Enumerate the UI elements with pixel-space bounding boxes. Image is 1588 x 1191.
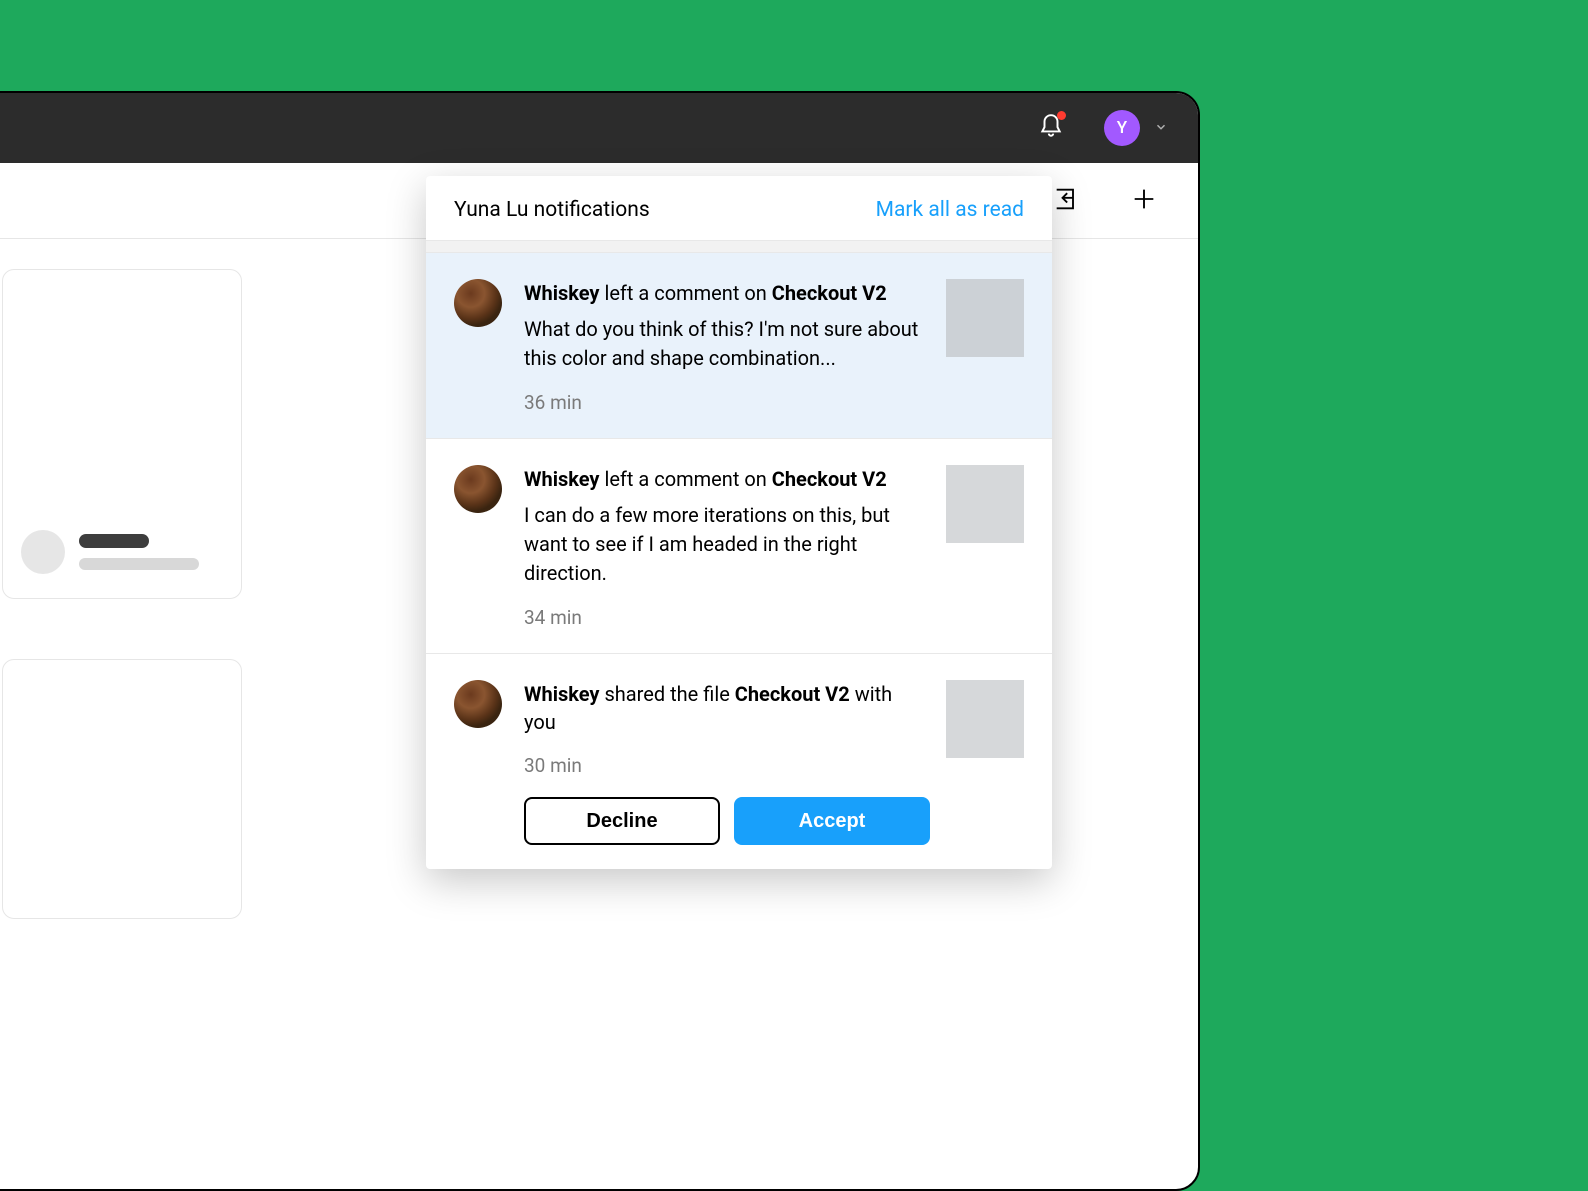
file-card[interactable] [2, 659, 242, 919]
popover-header: Yuna Lu notifications Mark all as read [426, 176, 1052, 241]
notification-thumbnail [946, 279, 1024, 357]
import-icon [1052, 185, 1080, 217]
popover-title: Yuna Lu notifications [454, 198, 650, 222]
account-menu[interactable]: Y [1104, 110, 1168, 146]
import-button[interactable] [1052, 185, 1080, 217]
notification-title: Whiskey shared the file Checkout V2 with… [524, 680, 924, 736]
notification-content: Whiskey shared the file Checkout V2 with… [524, 680, 924, 845]
avatar: Y [1104, 110, 1140, 146]
card-column-2 [2, 269, 242, 919]
avatar-initial: Y [1117, 118, 1127, 138]
placeholder-avatar [21, 530, 65, 574]
notification-thumbnail [946, 680, 1024, 758]
file-card[interactable] [2, 269, 242, 599]
file-card-preview [3, 270, 241, 510]
placeholder-line [79, 558, 199, 570]
titlebar: Y [0, 93, 1198, 163]
notification-body: What do you think of this? I'm not sure … [524, 315, 924, 373]
mark-all-as-read-button[interactable]: Mark all as read [876, 198, 1024, 222]
placeholder-line [79, 534, 149, 548]
notification-time: 34 min [524, 606, 924, 629]
popover-strip [426, 241, 1052, 253]
notification-time: 30 min [524, 754, 924, 777]
notification-time: 36 min [524, 391, 924, 414]
file-card-meta [3, 510, 241, 598]
notification-avatar [454, 465, 502, 513]
notification-avatar [454, 680, 502, 728]
notification-item[interactable]: Whiskey left a comment on Checkout V2 Wh… [426, 253, 1052, 439]
notifications-popover: Yuna Lu notifications Mark all as read W… [426, 176, 1052, 869]
accept-button[interactable]: Accept [734, 797, 930, 845]
decline-button[interactable]: Decline [524, 797, 720, 845]
notification-avatar [454, 279, 502, 327]
notification-body: I can do a few more iterations on this, … [524, 501, 924, 588]
notification-title: Whiskey left a comment on Checkout V2 [524, 279, 924, 307]
notification-item[interactable]: Whiskey shared the file Checkout V2 with… [426, 654, 1052, 869]
notification-thumbnail [946, 465, 1024, 543]
notification-content: Whiskey left a comment on Checkout V2 Wh… [524, 279, 924, 414]
notification-content: Whiskey left a comment on Checkout V2 I … [524, 465, 924, 629]
notification-item[interactable]: Whiskey left a comment on Checkout V2 I … [426, 439, 1052, 654]
notification-dot-icon [1057, 111, 1066, 120]
notification-title: Whiskey left a comment on Checkout V2 [524, 465, 924, 493]
chevron-down-icon [1154, 119, 1168, 138]
notification-actions: Decline Accept [524, 797, 924, 845]
plus-icon [1130, 185, 1158, 217]
new-button[interactable] [1130, 185, 1158, 217]
notifications-bell[interactable] [1038, 113, 1064, 143]
